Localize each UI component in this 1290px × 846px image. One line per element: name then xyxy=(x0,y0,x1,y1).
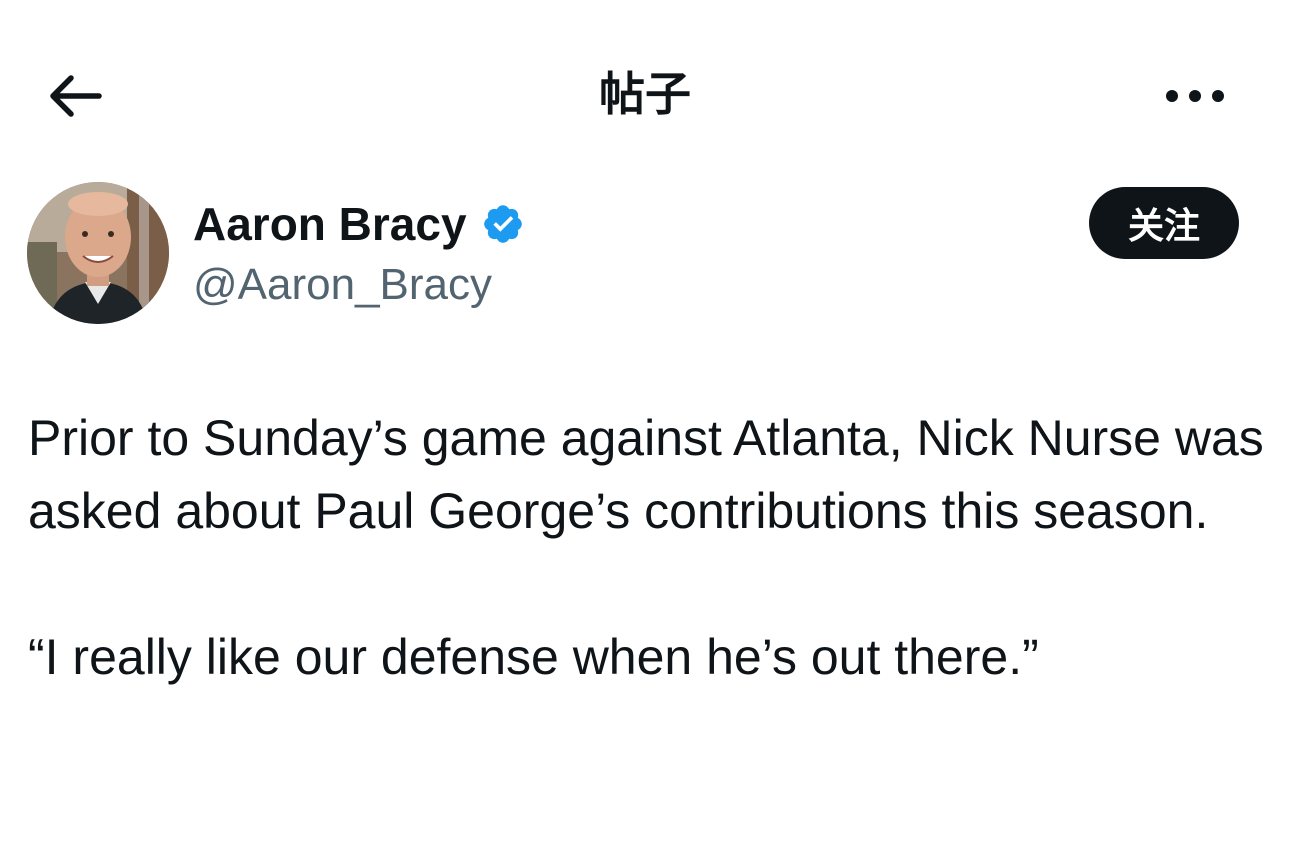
verified-badge-icon xyxy=(484,205,522,243)
post-paragraph: “I really like our defense when he’s out… xyxy=(28,629,1039,685)
more-options-button[interactable] xyxy=(1160,76,1230,116)
profile-photo xyxy=(27,182,169,324)
post-paragraph: Prior to Sunday’s game against Atlanta, … xyxy=(28,410,1264,539)
top-navigation-bar: 帖子 xyxy=(0,0,1290,190)
author-handle[interactable]: @Aaron_Bracy xyxy=(193,258,492,312)
author-name[interactable]: Aaron Bracy xyxy=(193,196,467,252)
post-text: Prior to Sunday’s game against Atlanta, … xyxy=(28,402,1268,694)
page-title: 帖子 xyxy=(599,67,691,121)
follow-button[interactable]: 关注 xyxy=(1089,187,1239,259)
avatar[interactable] xyxy=(27,182,169,324)
more-horizontal-icon xyxy=(1166,90,1224,102)
